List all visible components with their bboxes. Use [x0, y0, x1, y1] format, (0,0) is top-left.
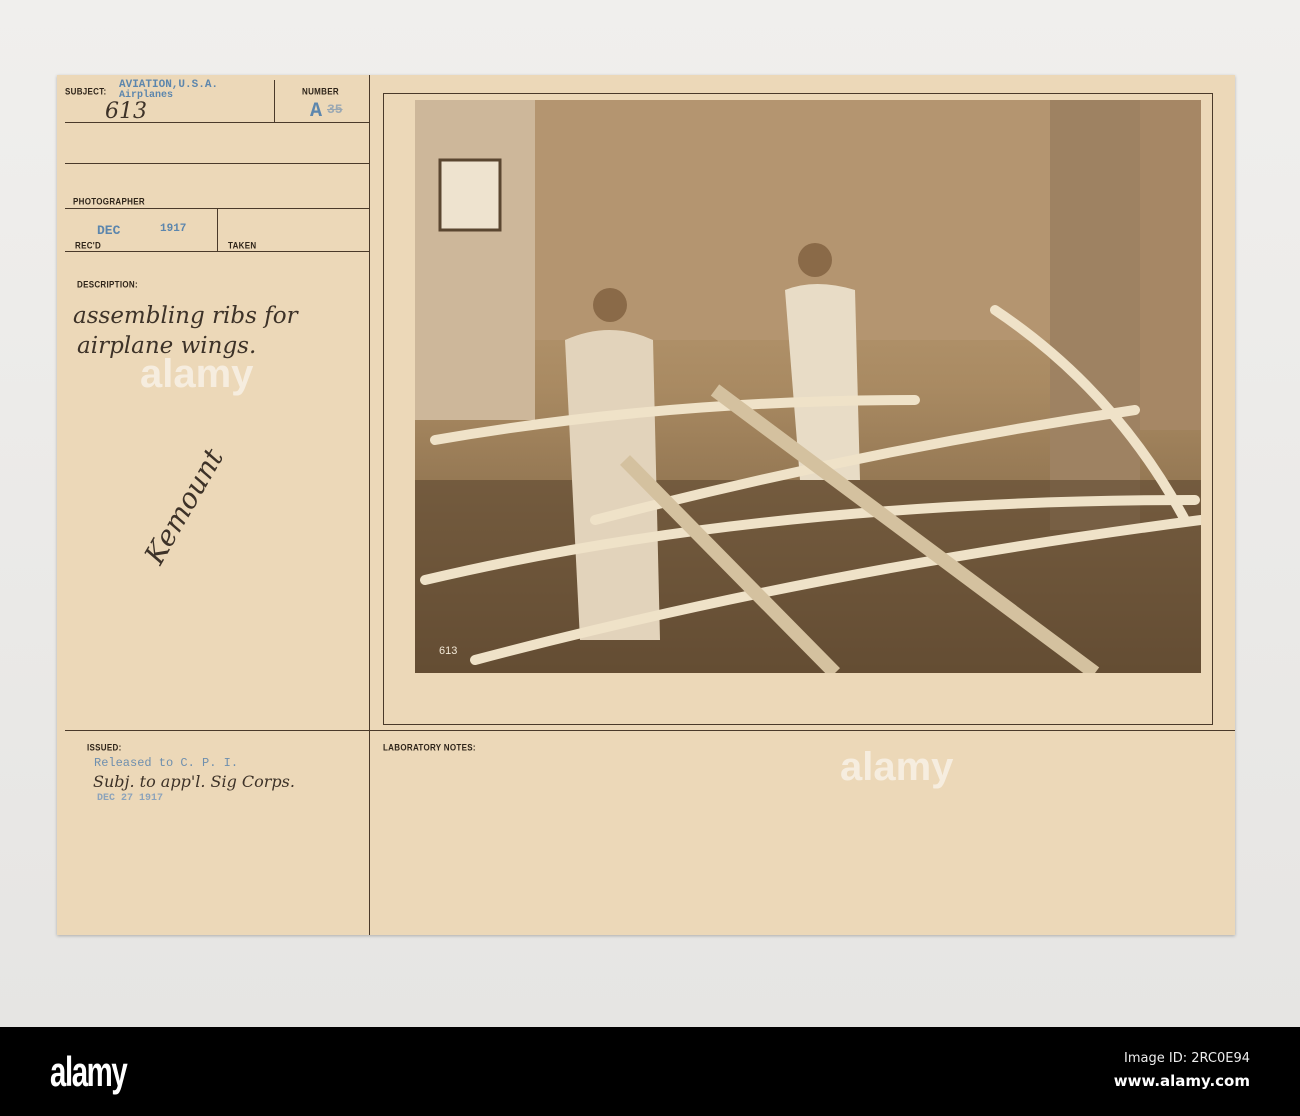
issued-label: ISSUED: [87, 742, 122, 753]
issued-handwritten-note: Subj. to app'l. Sig Corps. [93, 772, 295, 791]
taken-label: TAKEN [228, 240, 257, 251]
subject-label: SUBJECT: [65, 86, 107, 97]
laboratory-notes-label: LABORATORY NOTES: [383, 742, 476, 753]
photograph-workers-assembling-wing-ribs: 613 [415, 100, 1201, 673]
window [438, 158, 502, 232]
issued-stamp: Released to C. P. I. [94, 756, 239, 770]
divider [369, 75, 370, 935]
divider [65, 251, 369, 252]
watermark: alamy [840, 745, 954, 789]
pillar [1050, 100, 1140, 530]
subject-handwritten-number: 613 [105, 99, 147, 124]
number-label: NUMBER [302, 86, 339, 97]
brick-wall [415, 100, 535, 420]
photo-negative-number: 613 [439, 645, 458, 657]
divider [217, 209, 218, 251]
issued-date-stamp: DEC 27 1917 [97, 793, 164, 804]
signature: Kemount [137, 442, 231, 570]
site-link[interactable]: www.alamy.com [1114, 1072, 1250, 1090]
footer-bar [0, 1027, 1300, 1116]
description-line-1: assembling ribs for [73, 303, 298, 329]
worker-left [565, 288, 660, 640]
image-id: Image ID: 2RC0E94 [1124, 1051, 1250, 1066]
divider [65, 163, 369, 164]
recd-label: REC'D [75, 240, 102, 251]
watermark: alamy [140, 352, 254, 396]
divider [274, 80, 275, 122]
recd-stamp-year: 1917 [160, 223, 187, 235]
photographer-label: PHOTOGRAPHER [73, 196, 145, 207]
photo-scene [415, 100, 1201, 673]
number-struck: 35 [327, 102, 343, 117]
number-value: A [310, 100, 323, 123]
alamy-logo: alamy [50, 1048, 128, 1095]
divider [65, 730, 1235, 731]
description-label: DESCRIPTION: [77, 279, 138, 290]
recd-stamp-month: DEC [97, 223, 121, 238]
